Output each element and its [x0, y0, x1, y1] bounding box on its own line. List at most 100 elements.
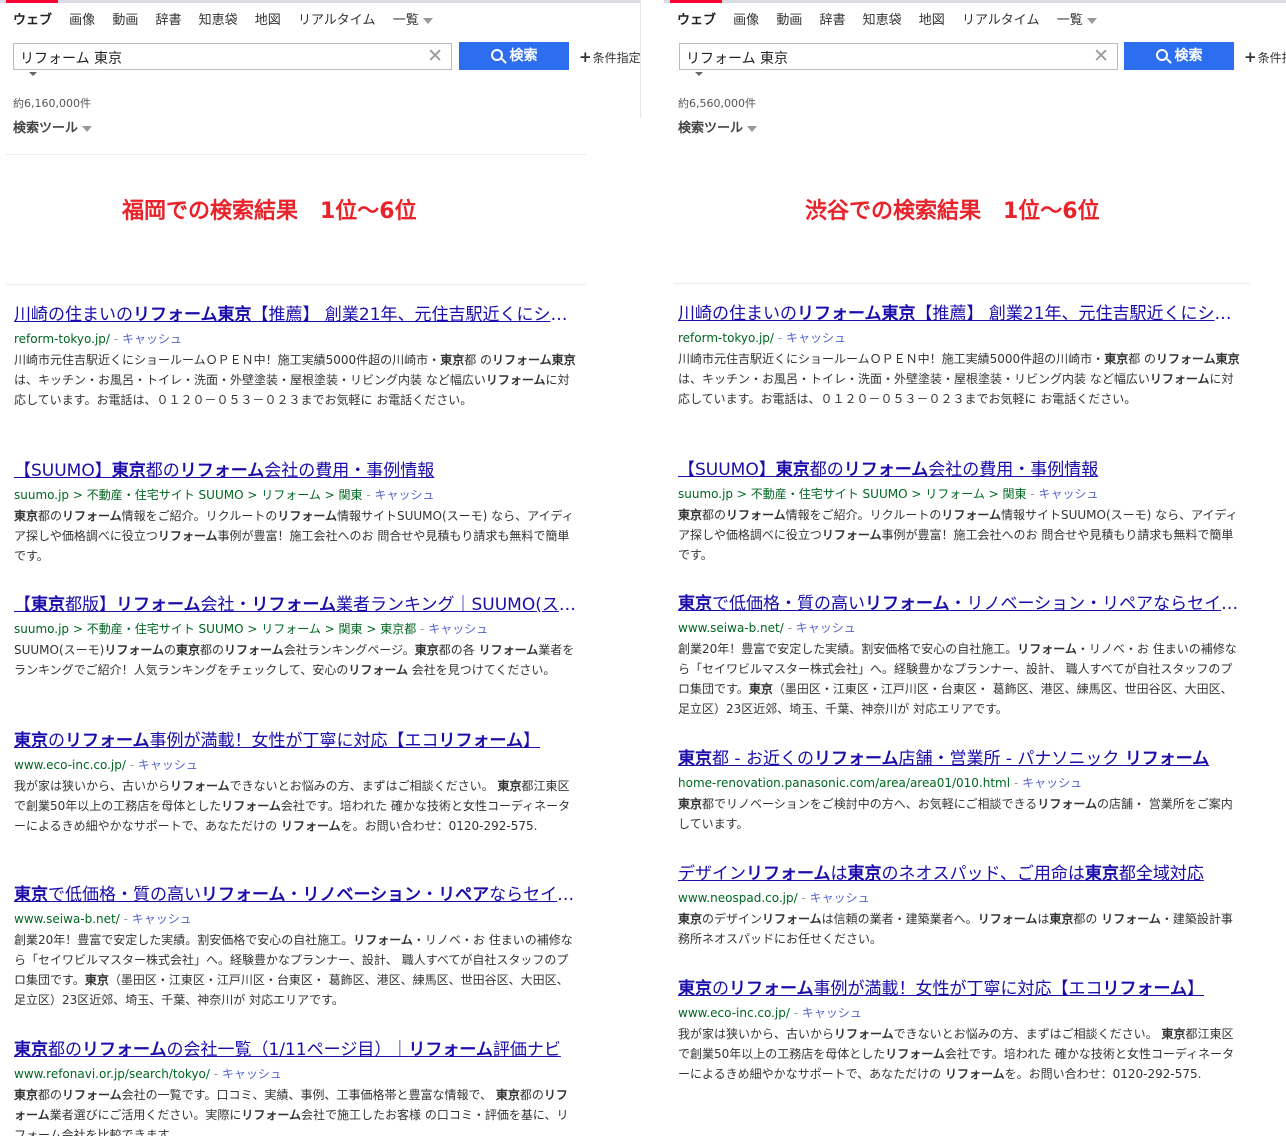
result-snippet-keyword: 東京 — [440, 353, 465, 367]
result-snippet-keyword: リフォーム — [485, 373, 546, 387]
result-snippet-keyword: 東京 — [1161, 1027, 1186, 1041]
tab-chiebukuro[interactable]: 知恵袋 — [863, 9, 902, 28]
condition-button[interactable]: +条件指定 — [1244, 48, 1286, 66]
result-snippet-text: 創業20年！豊富で安定した実績。割安価格で安心の自社施工。 — [678, 642, 1018, 656]
tab-map[interactable]: 地図 — [919, 9, 945, 28]
url-separator: - — [773, 331, 786, 345]
cache-link[interactable]: キャッシュ — [1039, 487, 1099, 501]
result-snippet-text: 会社を見つけてください。 — [407, 663, 556, 677]
chevron-down-icon — [422, 17, 433, 24]
search-button[interactable]: 検索 — [1124, 42, 1234, 70]
tab-images[interactable]: 画像 — [69, 9, 95, 28]
result-snippet-keyword: リフォーム — [62, 1088, 122, 1102]
cache-link[interactable]: キャッシュ — [132, 912, 192, 926]
result-snippet-text: 都 の — [1128, 352, 1157, 366]
cache-link[interactable]: キャッシュ — [786, 331, 846, 345]
result-snippet-keyword: 東京 — [748, 682, 773, 696]
tab-dictionary[interactable]: 辞書 — [155, 9, 181, 28]
result-title-text: 川崎の住まいの — [678, 304, 797, 324]
cache-link[interactable]: キャッシュ — [810, 891, 870, 905]
search-tools-button[interactable]: 検索ツール — [13, 117, 93, 136]
result-title-keyword: 東京 — [14, 885, 48, 905]
tab-images[interactable]: 画像 — [733, 9, 759, 28]
result-title-link[interactable]: 【SUUMO】東京都のリフォーム会社の費用・事例情報 — [678, 459, 1243, 481]
result-title-link[interactable]: 東京のリフォーム事例が満載！女性が丁寧に対応【エコリフォーム】 — [14, 730, 579, 752]
result-title-link[interactable]: 東京都のリフォームの会社一覧（1/11ページ目）｜リフォーム評価ナビ — [14, 1039, 579, 1061]
tab-more-label: 一覧 — [1056, 13, 1083, 28]
url-separator: - — [797, 891, 810, 905]
result-url-text: www.eco-inc.co.jp/ — [678, 1006, 790, 1020]
cache-link[interactable]: キャッシュ — [1022, 776, 1082, 790]
result-title-text: ・ — [421, 885, 439, 905]
plus-icon: + — [1244, 48, 1257, 66]
result-title-text: デザイン — [678, 864, 746, 884]
result-title-text: ・リノベーション・リペアならセイワビルマスター — [949, 594, 1244, 614]
result-snippet-keyword: リフォーム — [944, 1067, 1005, 1081]
cache-link[interactable]: キャッシュ — [138, 758, 198, 772]
result-snippet: 我が家は狭いから、古いからリフォームできないとお悩みの方、まずはご相談ください。… — [14, 776, 579, 836]
search-input[interactable]: リフォーム 東京 — [686, 48, 788, 68]
result-snippet-text: 都でリノベーションをご検討中の方へ、お気軽にご相談できる — [702, 797, 1038, 811]
tab-web[interactable]: ウェブ — [13, 9, 52, 28]
search-box[interactable]: リフォーム 東京 ✕ — [679, 43, 1118, 76]
tab-realtime[interactable]: リアルタイム — [962, 9, 1040, 28]
result-snippet-text: 情報をご紹介。リクルートの — [121, 509, 278, 523]
tab-chiebukuro[interactable]: 知恵袋 — [199, 9, 238, 28]
chevron-down-icon — [1086, 17, 1097, 24]
cache-link[interactable]: キャッシュ — [428, 622, 488, 636]
tab-realtime[interactable]: リアルタイム — [298, 9, 376, 28]
search-input[interactable]: リフォーム 東京 — [20, 48, 122, 68]
result-url-text: www.eco-inc.co.jp/ — [14, 758, 126, 772]
tab-map[interactable]: 地図 — [255, 9, 281, 28]
result-title-keyword: 東京 — [678, 979, 712, 999]
result-title-link[interactable]: デザインリフォームは東京のネオスパッド、ご用命は東京都全域対応 — [678, 863, 1243, 885]
result-title-link[interactable]: 東京で低価格・質の高いリフォーム・リノベーション・リペアならセイワビルマスター — [14, 884, 579, 906]
clear-icon[interactable]: ✕ — [1093, 44, 1109, 69]
tab-dictionary[interactable]: 辞書 — [819, 9, 845, 28]
tab-bar-line — [0, 0, 640, 3]
result-title-text: 都版】 — [65, 595, 116, 615]
result-title-link[interactable]: 川崎の住まいのリフォーム東京【推薦】 創業21年、元住吉駅近くにショールーム — [14, 304, 579, 326]
search-tools-label: 検索ツール — [678, 121, 744, 136]
result-title-link[interactable]: 東京都 - お近くのリフォーム店舗・営業所 - パナソニック リフォーム — [678, 748, 1243, 770]
result-title-keyword: 東京 — [678, 594, 712, 614]
result-snippet: 東京都でリノベーションをご検討中の方へ、お気軽にご相談できるリフォームの店舗・ … — [678, 794, 1243, 834]
result-snippet-keyword: リフォーム — [1017, 642, 1077, 656]
result-snippet-text: 都の — [702, 508, 727, 522]
result-snippet-text: 我が家は狭いから、古いから — [678, 1027, 835, 1041]
clear-icon[interactable]: ✕ — [427, 44, 443, 69]
tab-video[interactable]: 動画 — [112, 9, 138, 28]
suggest-dropdown-icon[interactable] — [695, 72, 703, 76]
condition-button[interactable]: +条件指定 — [579, 48, 640, 66]
search-result: 東京都 - お近くのリフォーム店舗・営業所 - パナソニック リフォーム home… — [678, 748, 1243, 834]
cache-link[interactable]: キャッシュ — [802, 1006, 862, 1020]
search-tools-button[interactable]: 検索ツール — [678, 117, 758, 136]
cache-link[interactable]: キャッシュ — [375, 488, 435, 502]
result-title-link[interactable]: 川崎の住まいのリフォーム東京【推薦】 創業21年、元住吉駅近くにショールーム — [678, 303, 1243, 325]
result-snippet-keyword: リフォーム — [62, 509, 122, 523]
result-title-link[interactable]: 東京のリフォーム事例が満載！女性が丁寧に対応【エコリフォーム】 — [678, 978, 1243, 1000]
tab-more[interactable]: 一覧 — [393, 9, 433, 28]
result-title-link[interactable]: 【SUUMO】東京都のリフォーム会社の費用・事例情報 — [14, 460, 579, 482]
result-title-link[interactable]: 【東京都版】リフォーム会社・リフォーム業者ランキング｜SUUMO(スーモ) — [14, 594, 579, 616]
tab-video[interactable]: 動画 — [776, 9, 802, 28]
url-separator: - — [789, 1006, 802, 1020]
result-snippet: 創業20年！豊富で安定した実績。割安価格で安心の自社施工。リフォーム・リノベ・お… — [678, 639, 1243, 719]
result-snippet-text: 業者選びにご活用ください。実際に — [49, 1108, 242, 1122]
active-tab-indicator — [670, 0, 722, 3]
annotation-heading: 渋谷での検索結果 1位～6位 — [805, 199, 1100, 224]
search-box[interactable]: リフォーム 東京 ✕ — [13, 43, 452, 76]
result-snippet-keyword: 東京 — [678, 912, 703, 926]
search-button[interactable]: 検索 — [459, 42, 569, 70]
result-title-link[interactable]: 東京で低価格・質の高いリフォーム・リノベーション・リペアならセイワビルマスター — [678, 593, 1243, 615]
cache-link[interactable]: キャッシュ — [222, 1067, 282, 1081]
suggest-dropdown-icon[interactable] — [29, 72, 37, 76]
result-url-text: home-renovation.panasonic.com/area/area0… — [678, 776, 1011, 790]
search-result: 東京のリフォーム事例が満載！女性が丁寧に対応【エコリフォーム】 www.eco-i… — [678, 978, 1243, 1084]
cache-link[interactable]: キャッシュ — [796, 621, 856, 635]
result-title-text: 【推薦】 創業21年、元住吉駅近くにショールーム — [251, 305, 580, 325]
search-vertical-tabs: ウェブ 画像 動画 辞書 知恵袋 地図 リアルタイム 一覧 — [677, 9, 1110, 28]
tab-more[interactable]: 一覧 — [1057, 9, 1097, 28]
tab-web[interactable]: ウェブ — [677, 9, 716, 28]
cache-link[interactable]: キャッシュ — [122, 332, 182, 346]
